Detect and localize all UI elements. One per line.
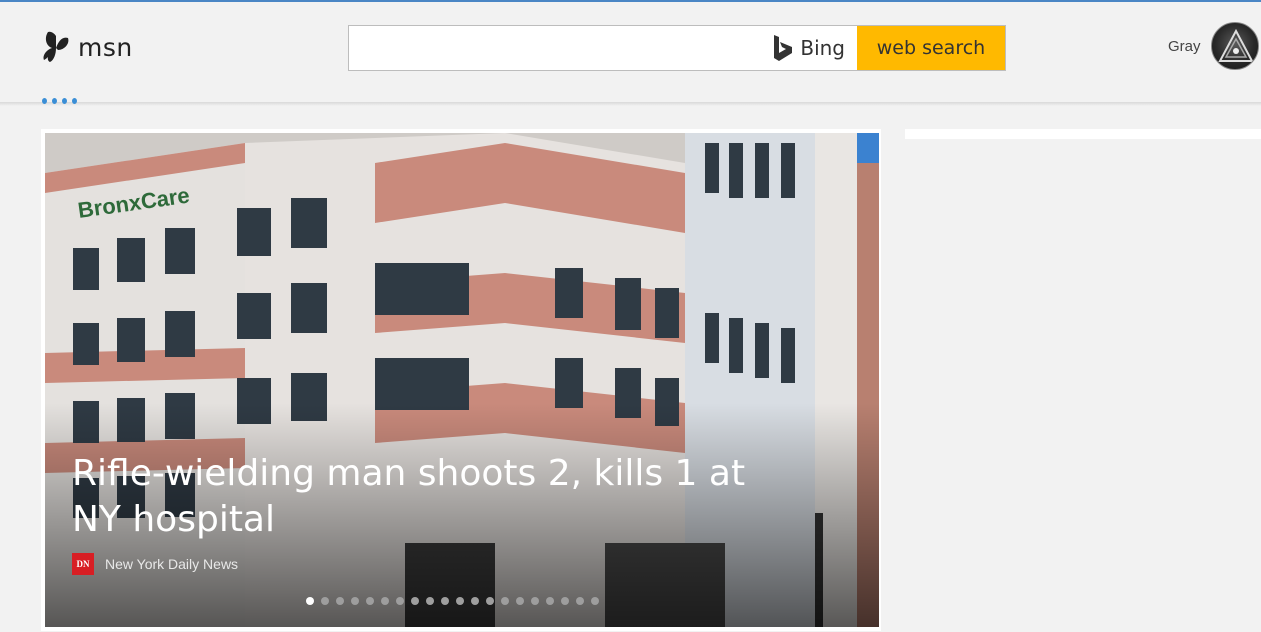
carousel-dot[interactable] xyxy=(546,597,554,605)
carousel-dot[interactable] xyxy=(441,597,449,605)
carousel-dot[interactable] xyxy=(426,597,434,605)
hero-image[interactable]: BronxCare Rifle-wielding man shoots 2, k… xyxy=(45,133,879,627)
hero-headline[interactable]: Rifle-wielding man shoots 2, kills 1 at … xyxy=(72,451,792,543)
carousel-dot[interactable] xyxy=(366,597,374,605)
source-name: New York Daily News xyxy=(105,556,239,572)
carousel-dot[interactable] xyxy=(321,597,329,605)
weather-strip xyxy=(42,98,77,104)
carousel-dot[interactable] xyxy=(486,597,494,605)
logo-text: msn xyxy=(78,32,133,62)
carousel-dot[interactable] xyxy=(516,597,524,605)
user-name: Gray xyxy=(1168,37,1201,55)
carousel-dots xyxy=(306,597,599,605)
rain-drop-icon xyxy=(52,98,57,104)
avatar[interactable] xyxy=(1210,22,1259,70)
bing-icon xyxy=(774,35,793,61)
source-logo: DN xyxy=(72,553,94,575)
hero-source[interactable]: DN New York Daily News xyxy=(72,553,238,575)
user-menu[interactable]: Gray xyxy=(1168,22,1259,70)
bing-branding: Bing xyxy=(772,26,857,70)
carousel-dot[interactable] xyxy=(306,597,314,605)
carousel-dot[interactable] xyxy=(411,597,419,605)
carousel-dot[interactable] xyxy=(591,597,599,605)
carousel-dot[interactable] xyxy=(576,597,584,605)
butterfly-icon xyxy=(43,31,69,62)
web-search-button[interactable]: web search xyxy=(857,26,1005,70)
rain-drop-icon xyxy=(72,98,77,104)
carousel-dot[interactable] xyxy=(471,597,479,605)
carousel-dot[interactable] xyxy=(501,597,509,605)
bing-label: Bing xyxy=(800,36,845,60)
right-panel xyxy=(905,129,1261,139)
hero-card[interactable]: BronxCare Rifle-wielding man shoots 2, k… xyxy=(41,129,881,631)
search-box: Bing web search xyxy=(348,25,1006,71)
header: msn Bing web search Gray xyxy=(0,2,1261,102)
rain-drop-icon xyxy=(42,98,47,104)
carousel-dot[interactable] xyxy=(336,597,344,605)
carousel-dot[interactable] xyxy=(561,597,569,605)
avatar-graphic-icon xyxy=(1217,28,1254,62)
carousel-dot[interactable] xyxy=(351,597,359,605)
carousel-dot[interactable] xyxy=(396,597,404,605)
carousel-dot[interactable] xyxy=(531,597,539,605)
carousel-dot[interactable] xyxy=(381,597,389,605)
carousel-dot[interactable] xyxy=(456,597,464,605)
rain-drop-icon xyxy=(62,98,67,104)
header-shadow xyxy=(0,102,1261,106)
msn-logo[interactable]: msn xyxy=(42,28,133,66)
search-input[interactable] xyxy=(349,26,773,70)
